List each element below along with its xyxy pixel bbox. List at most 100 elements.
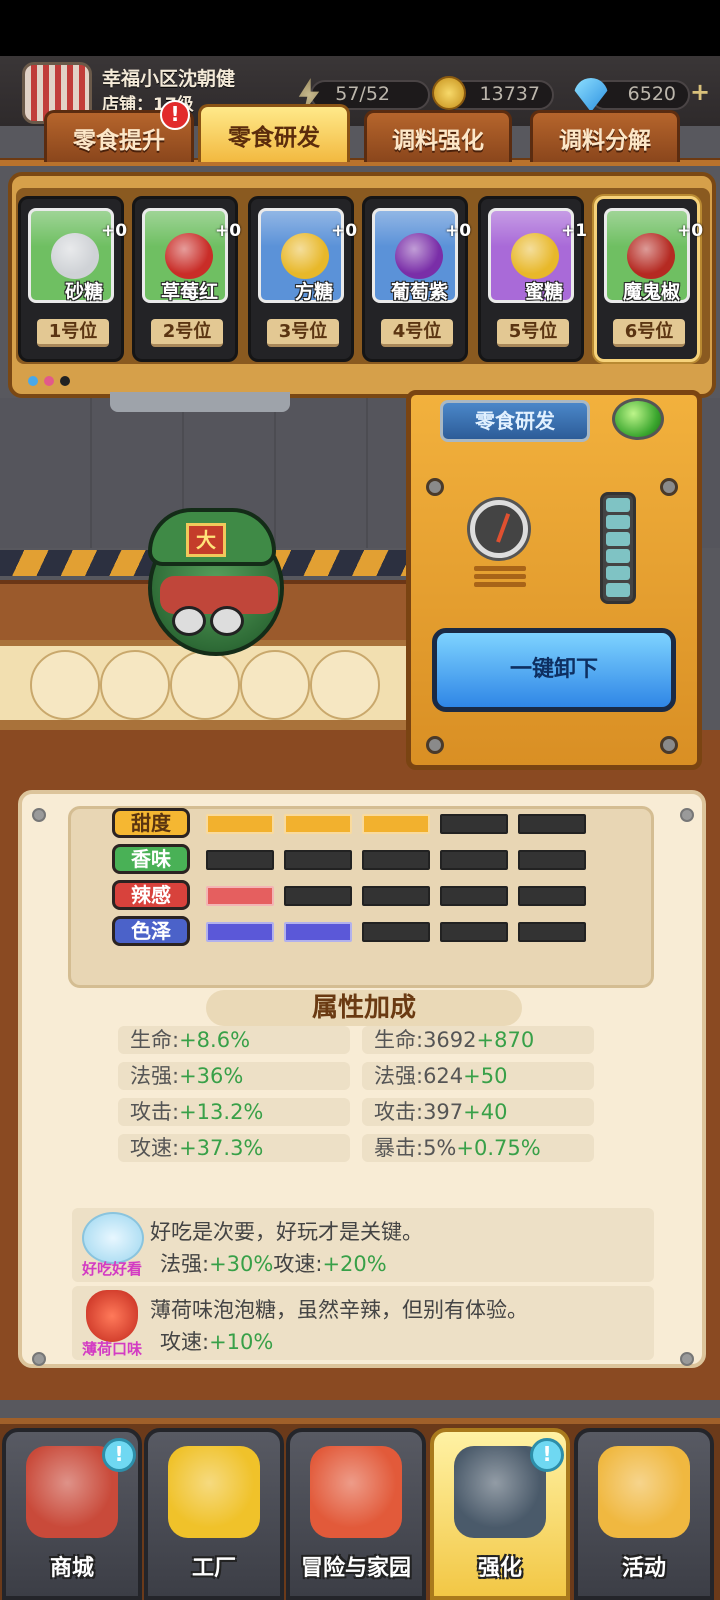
attribute-bar-segment: [440, 886, 508, 906]
attribute-bar-segment: [518, 886, 586, 906]
potion-bottle-icon: [165, 233, 213, 279]
bonus-stat-key: 暴击:5%: [374, 1136, 457, 1160]
seasoning-slot[interactable]: +0 葡萄紫 4号位: [362, 196, 471, 362]
nav-label: 冒险与家园: [300, 1556, 411, 1581]
tab-alert-badge: !: [160, 100, 190, 130]
meter-segment: [606, 583, 630, 597]
adventure-icon: [310, 1446, 402, 1538]
seasoning-slot[interactable]: +0 魔鬼椒 6号位: [594, 196, 703, 362]
bonus-stat-value: +8.6%: [179, 1028, 251, 1052]
trait-bonus-value: +20%: [322, 1252, 387, 1276]
slot-position: 2号位: [151, 319, 223, 347]
slot-name: 方糖: [295, 281, 334, 303]
nav-label: 活动: [621, 1556, 666, 1581]
machine-rivet: [426, 736, 444, 754]
bonus-stat-key: 法强:624: [374, 1064, 464, 1088]
slot-level[interactable]: +1: [561, 221, 587, 241]
bonus-stat: 攻击:397+40: [362, 1098, 594, 1126]
belt-roller: [100, 650, 170, 720]
attribute-bar-segment: [284, 850, 352, 870]
attribute-bar-segment: [518, 814, 586, 834]
trait-bonus-key: 攻速:: [273, 1252, 323, 1276]
bonus-stat-value: +13.2%: [179, 1100, 264, 1124]
bonus-stat-key: 攻速:: [130, 1136, 180, 1160]
slot-card: +0 砂糖: [28, 208, 127, 303]
slot-name: 魔鬼椒: [623, 281, 681, 303]
slot-level[interactable]: +0: [445, 221, 471, 241]
bonus-stat: 法强:+36%: [118, 1062, 350, 1090]
machine-label: 零食研发: [440, 400, 590, 442]
bonus-stat-key: 攻击:397: [374, 1100, 464, 1124]
machine-rivet: [660, 478, 678, 496]
meter-segment: [606, 549, 630, 563]
machine-vent: [474, 574, 526, 579]
slot-level[interactable]: +0: [215, 221, 241, 241]
bonus-stat-value: +37.3%: [179, 1136, 264, 1160]
candy-icon: [281, 233, 329, 279]
slot-position: 4号位: [381, 319, 453, 347]
status-bar: [0, 0, 720, 56]
attribute-bar-segment: [206, 922, 274, 942]
trait-name: 薄荷口味: [81, 1340, 142, 1358]
slot-level[interactable]: +0: [677, 221, 703, 241]
attribute-bar-segment: [440, 922, 508, 942]
notification-bubble-icon: !: [530, 1438, 564, 1472]
machine-hopper: [110, 392, 290, 412]
tab-seasoning-enhance[interactable]: 调料强化: [364, 110, 512, 162]
attribute-bar-segment: [284, 886, 352, 906]
nav-label: 强化: [477, 1556, 522, 1581]
machine-vent: [474, 582, 526, 587]
meter-segment: [606, 532, 630, 546]
attribute-bar-segment: [206, 814, 274, 834]
gauge-icon: [470, 500, 528, 558]
attribute-bar-segment: [284, 922, 352, 942]
page-dot: [60, 376, 70, 386]
slot-level[interactable]: +0: [331, 221, 357, 241]
gold-value: 13737: [479, 83, 540, 105]
tab-snack-research[interactable]: 零食研发: [198, 104, 350, 162]
nav-trumpet[interactable]: 活动: [574, 1428, 714, 1600]
seasoning-slot[interactable]: +0 砂糖 1号位: [18, 196, 127, 362]
slot-name: 葡萄紫: [391, 281, 449, 303]
bonus-stat-key: 攻击:: [130, 1100, 180, 1124]
panel-rivet: [32, 808, 46, 822]
diamond-value: 6520: [627, 83, 676, 105]
trait-name: 好吃好看: [81, 1260, 142, 1278]
energy-value: 57/52: [335, 83, 390, 105]
unload-all-button[interactable]: 一键卸下: [432, 628, 676, 712]
seasoning-slot[interactable]: +0 草莓红 2号位: [132, 196, 241, 362]
slot-position: 1号位: [37, 319, 109, 347]
trait-description: 薄荷味泡泡糖，虽然辛辣，但别有体验。: [150, 1298, 528, 1322]
bonus-stat-value: +40: [463, 1100, 508, 1124]
seasoning-slot[interactable]: +1 蜜糖 5号位: [478, 196, 587, 362]
panel-rivet: [680, 1352, 694, 1366]
tab-seasoning-decompose[interactable]: 调料分解: [530, 110, 680, 162]
bonus-stat: 生命:3692+870: [362, 1026, 594, 1054]
green-start-button[interactable]: [612, 398, 664, 440]
page-dot: [44, 376, 54, 386]
attribute-bar-segment: [440, 814, 508, 834]
attribute-bar-segment: [362, 922, 430, 942]
slot-level[interactable]: +0: [101, 221, 127, 241]
cute-snack-icon: [82, 1212, 144, 1264]
trait-bonus-key: 法强:: [160, 1252, 210, 1276]
seasoning-slot[interactable]: +0 方糖 3号位: [248, 196, 357, 362]
nav-factory[interactable]: 工厂: [144, 1428, 284, 1600]
gold-coin-icon: [432, 76, 466, 110]
attribute-label: 色泽: [112, 916, 190, 946]
belt-roller: [310, 650, 380, 720]
attribute-bar-segment: [518, 922, 586, 942]
bonus-stat-value: +0.75%: [456, 1136, 541, 1160]
trait-bonus: 法强:+30%攻速:+20%: [160, 1248, 387, 1278]
slot-name: 砂糖: [65, 281, 104, 303]
chili-jar-icon: [627, 233, 675, 279]
bonus-stat: 攻击:+13.2%: [118, 1098, 350, 1126]
research-machine: [406, 390, 702, 770]
add-diamond-button[interactable]: +: [690, 78, 710, 106]
slot-card: +1 蜜糖: [488, 208, 587, 303]
bonus-stat-key: 法强:: [130, 1064, 180, 1088]
nav-adventure[interactable]: 冒险与家园: [286, 1428, 426, 1600]
panel-rivet: [680, 808, 694, 822]
slot-position: 6号位: [613, 319, 685, 347]
bonus-stat: 攻速:+37.3%: [118, 1134, 350, 1162]
